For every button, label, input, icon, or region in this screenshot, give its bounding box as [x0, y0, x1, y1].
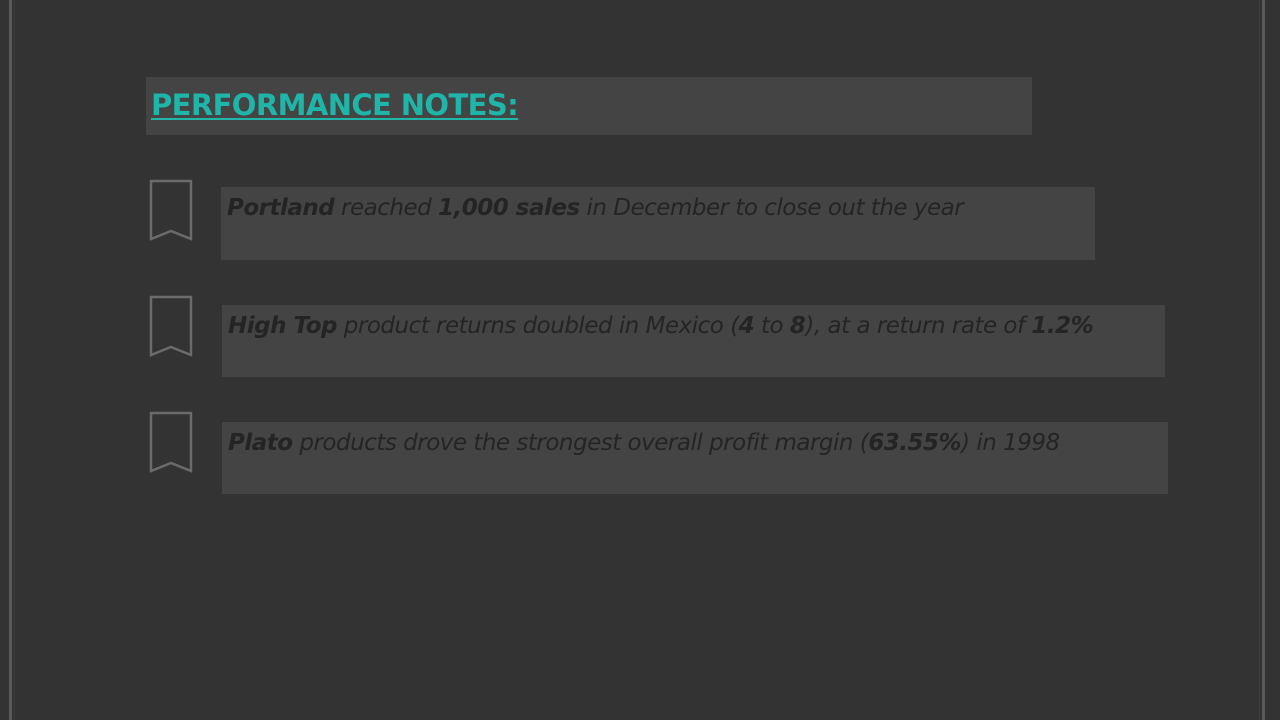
- note-fragment: reached: [334, 195, 439, 221]
- note-highlight: 4: [738, 313, 755, 339]
- title-box: PERFORMANCE NOTES:: [146, 77, 1032, 135]
- note-highlight: 1,000 sales: [438, 195, 580, 221]
- note-fragment: ), at a return rate of: [805, 313, 1032, 339]
- bookmark-icon: [149, 179, 193, 241]
- note-highlight: Plato: [228, 430, 293, 456]
- note-fragment: to: [754, 313, 790, 339]
- right-border-inner: [1259, 0, 1260, 720]
- note-box: Plato products drove the strongest overa…: [222, 422, 1168, 494]
- note-fragment: products drove the strongest overall pro…: [292, 430, 869, 456]
- bookmark-icon: [149, 295, 193, 357]
- note-text: Portland reached 1,000 sales in December…: [227, 195, 964, 221]
- note-highlight: High Top: [228, 313, 337, 339]
- note-fragment: in December to close out the year: [579, 195, 964, 221]
- note-text: High Top product returns doubled in Mexi…: [228, 313, 1094, 339]
- bookmark-icon: [149, 411, 193, 473]
- page-title: PERFORMANCE NOTES:: [151, 88, 519, 122]
- note-highlight: 1.2%: [1031, 313, 1094, 339]
- note-text: Plato products drove the strongest overa…: [228, 430, 1060, 456]
- note-highlight: Portland: [227, 195, 335, 221]
- note-box: Portland reached 1,000 sales in December…: [221, 187, 1095, 260]
- note-highlight: 8: [789, 313, 806, 339]
- left-border-inner: [14, 0, 15, 720]
- right-border: [1262, 0, 1265, 720]
- note-fragment: product returns doubled in Mexico (: [336, 313, 739, 339]
- note-highlight: 63.55%: [868, 430, 962, 456]
- left-border: [9, 0, 12, 720]
- slide-canvas: PERFORMANCE NOTES: Portland reached 1,00…: [0, 0, 1280, 720]
- note-fragment: ) in 1998: [961, 430, 1060, 456]
- note-box: High Top product returns doubled in Mexi…: [222, 305, 1165, 377]
